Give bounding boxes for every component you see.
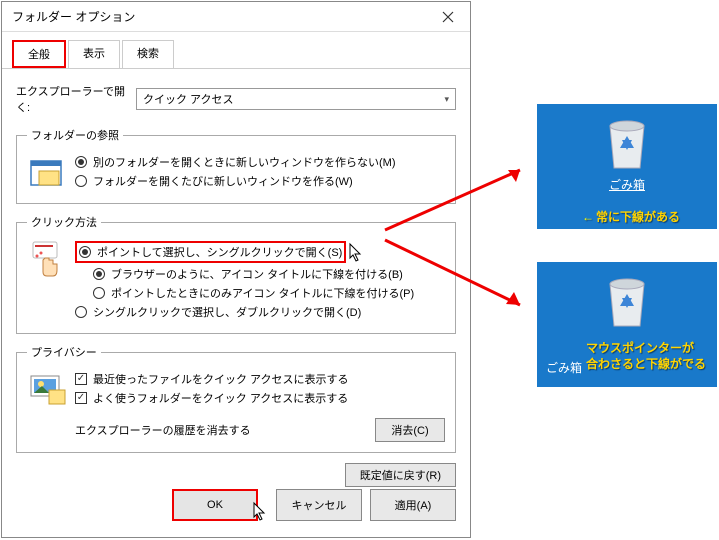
radio-label: ブラウザーのように、アイコン タイトルに下線を付ける(B) xyxy=(111,266,403,282)
recycle-bin-icon xyxy=(602,272,652,330)
recycle-bin-label: ごみ箱 xyxy=(609,176,645,193)
radio-icon xyxy=(93,268,105,280)
folder-window-icon xyxy=(27,151,69,193)
annotation-always-underline: ←常に下線がある xyxy=(582,208,680,225)
radio-icon xyxy=(75,306,87,318)
clear-history-label: エクスプローラーの履歴を消去する xyxy=(75,422,251,438)
privacy-group: プライバシー 最近使ったファイルをクイック アクセスに表示する xyxy=(16,344,456,453)
explorer-open-row: エクスプローラーで開く: クイック アクセス ▾ xyxy=(16,83,456,115)
arrow-left-icon: ← xyxy=(582,210,594,224)
explorer-open-label: エクスプローラーで開く: xyxy=(16,83,136,115)
tab-general[interactable]: 全般 xyxy=(12,40,66,68)
red-arrow-icon xyxy=(380,230,540,320)
tab-search[interactable]: 検索 xyxy=(122,40,174,68)
check-recent-files[interactable]: 最近使ったファイルをクイック アクセスに表示する xyxy=(75,371,445,387)
apply-button[interactable]: 適用(A) xyxy=(370,489,456,521)
checkbox-icon xyxy=(75,392,87,404)
annotation-hover-underline: マウスポインターが 合わさると下線がでる xyxy=(586,340,706,372)
hand-click-icon xyxy=(27,238,69,280)
chevron-down-icon: ▾ xyxy=(444,94,449,105)
radio-icon xyxy=(93,287,105,299)
checkbox-icon xyxy=(75,373,87,385)
check-frequent-folders[interactable]: よく使うフォルダーをクイック アクセスに表示する xyxy=(75,390,445,406)
ok-button[interactable]: OK xyxy=(172,489,258,521)
check-label: よく使うフォルダーをクイック アクセスに表示する xyxy=(93,390,348,406)
radio-label: ポイントしたときにのみアイコン タイトルに下線を付ける(P) xyxy=(111,285,414,301)
folder-browse-legend: フォルダーの参照 xyxy=(27,127,123,143)
check-label: 最近使ったファイルをクイック アクセスに表示する xyxy=(93,371,349,387)
tab-view[interactable]: 表示 xyxy=(68,40,120,68)
red-arrow-icon xyxy=(380,160,540,240)
cancel-button[interactable]: キャンセル xyxy=(276,489,362,521)
radio-label: ポイントして選択し、シングルクリックで開く(S) xyxy=(97,244,342,260)
cursor-arrow-icon xyxy=(252,501,268,521)
recycle-bin-icon xyxy=(602,114,652,172)
radio-icon xyxy=(75,156,87,168)
radio-single-click[interactable]: ポイントして選択し、シングルクリックで開く(S) xyxy=(79,244,342,260)
close-icon xyxy=(442,11,454,23)
clear-button[interactable]: 消去(C) xyxy=(375,418,445,442)
titlebar: フォルダー オプション xyxy=(2,2,470,32)
close-button[interactable] xyxy=(425,2,470,32)
tab-bar: 全般 表示 検索 xyxy=(2,32,470,69)
select-value: クイック アクセス xyxy=(143,91,234,107)
radio-label: フォルダーを開くたびに新しいウィンドウを作る(W) xyxy=(93,173,353,189)
radio-label: 別のフォルダーを開くときに新しいウィンドウを作らない(M) xyxy=(93,154,396,170)
privacy-legend: プライバシー xyxy=(27,344,101,360)
radio-icon xyxy=(75,175,87,187)
explorer-open-select[interactable]: クイック アクセス ▾ xyxy=(136,88,456,110)
window-title: フォルダー オプション xyxy=(12,8,135,25)
cursor-arrow-icon xyxy=(348,242,364,262)
radio-label: シングルクリックで選択し、ダブルクリックで開く(D) xyxy=(93,304,361,320)
picture-frame-icon xyxy=(27,368,69,410)
recycle-bin-label: ごみ箱 xyxy=(546,359,582,376)
radio-icon xyxy=(79,246,91,258)
clear-history-row: エクスプローラーの履歴を消去する 消去(C) xyxy=(27,418,445,442)
dialog-buttons: OK キャンセル 適用(A) xyxy=(158,479,470,531)
click-method-legend: クリック方法 xyxy=(27,214,101,230)
